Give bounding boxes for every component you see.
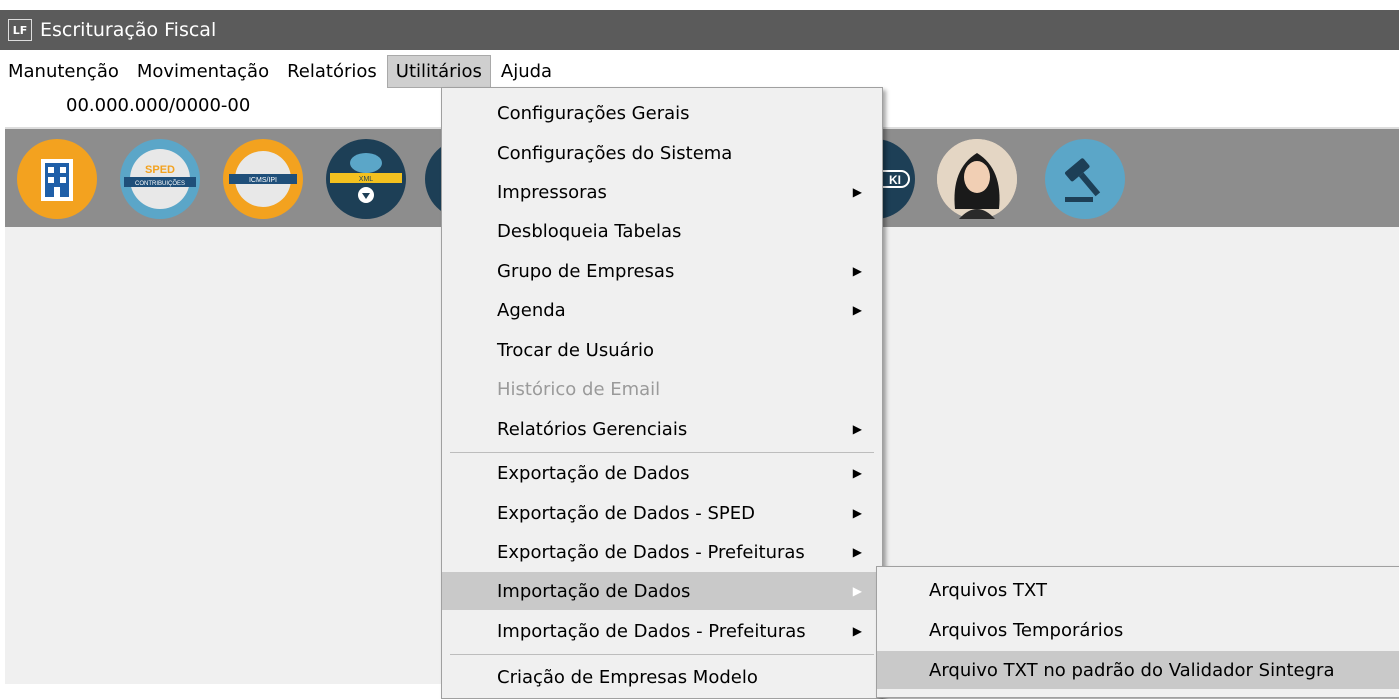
menu-item-exportacao-dados[interactable]: Exportação de Dados ▶ <box>442 454 882 492</box>
submenu-arrow-icon: ▶ <box>852 264 862 278</box>
sped-label: SPED <box>145 164 175 176</box>
menu-item-label: Grupo de Empresas <box>497 260 675 282</box>
submenu-arrow-icon: ▶ <box>852 466 862 480</box>
menu-relatorios[interactable]: Relatórios <box>279 56 385 87</box>
menu-item-label: Criação de Empresas Modelo <box>497 666 758 688</box>
submenu-item-label: Arquivos TXT <box>929 579 1048 601</box>
menu-item-criacao-empresas-modelo[interactable]: Criação de Empresas Modelo <box>442 658 882 696</box>
menu-item-label: Exportação de Dados - SPED <box>497 502 755 524</box>
app-icon: LF <box>8 19 32 41</box>
menu-item-label: Configurações do Sistema <box>497 142 733 164</box>
menu-item-exportacao-dados-sped[interactable]: Exportação de Dados - SPED ▶ <box>442 494 882 532</box>
menu-item-trocar-usuario[interactable]: Trocar de Usuário <box>442 331 882 369</box>
importacao-submenu: Arquivos TXT Arquivos Temporários Arquiv… <box>876 566 1399 698</box>
icms-label: ICMS/IPI <box>249 177 277 184</box>
menu-item-desbloqueia-tabelas[interactable]: Desbloqueia Tabelas <box>442 212 882 250</box>
ki-label: KI <box>889 173 901 187</box>
menu-item-label: Exportação de Dados - Prefeituras <box>497 541 805 563</box>
submenu-item-arquivos-txt[interactable]: Arquivos TXT <box>877 571 1399 609</box>
menu-item-label: Importação de Dados <box>497 580 691 602</box>
menu-item-grupo-empresas[interactable]: Grupo de Empresas ▶ <box>442 252 882 290</box>
submenu-arrow-icon: ▶ <box>852 506 862 520</box>
menu-item-label: Exportação de Dados <box>497 462 690 484</box>
submenu-item-arquivo-txt-sintegra[interactable]: Arquivo TXT no padrão do Validador Sinte… <box>877 651 1399 689</box>
menu-item-importacao-dados-prefeituras[interactable]: Importação de Dados - Prefeituras ▶ <box>442 612 882 650</box>
sped-contribuicoes-icon[interactable]: SPED CONTRIBUIÇÕES <box>120 139 200 219</box>
submenu-arrow-icon: ▶ <box>852 624 862 638</box>
menu-item-relatorios-gerenciais[interactable]: Relatórios Gerenciais ▶ <box>442 410 882 448</box>
menu-manutencao[interactable]: Manutenção <box>0 56 127 87</box>
menu-bar: Manutenção Movimentação Relatórios Utili… <box>0 53 1399 89</box>
menu-item-label: Histórico de Email <box>497 378 661 400</box>
menu-movimentacao[interactable]: Movimentação <box>129 56 277 87</box>
menu-item-configuracoes-sistema[interactable]: Configurações do Sistema <box>442 134 882 172</box>
submenu-item-label: Arquivo TXT no padrão do Validador Sinte… <box>929 659 1335 681</box>
menu-utilitarios[interactable]: Utilitários <box>386 54 491 88</box>
menu-item-importacao-dados[interactable]: Importação de Dados ▶ <box>442 572 882 610</box>
window-title: Escrituração Fiscal <box>40 19 217 41</box>
empresa-icon[interactable] <box>17 139 97 219</box>
menu-item-agenda[interactable]: Agenda ▶ <box>442 291 882 329</box>
submenu-arrow-icon: ▶ <box>852 185 862 199</box>
menu-item-label: Trocar de Usuário <box>497 339 655 361</box>
menu-item-impressoras[interactable]: Impressoras ▶ <box>442 173 882 211</box>
submenu-item-label: Arquivos Temporários <box>929 619 1124 641</box>
assistant-avatar-icon[interactable] <box>937 139 1017 219</box>
gavel-icon[interactable] <box>1045 139 1125 219</box>
submenu-arrow-icon: ▶ <box>852 303 862 317</box>
title-bar: LF Escrituração Fiscal <box>0 10 1399 50</box>
menu-item-historico-email: Histórico de Email <box>442 370 882 408</box>
submenu-arrow-icon: ▶ <box>852 584 862 598</box>
submenu-item-arquivos-temporarios[interactable]: Arquivos Temporários <box>877 611 1399 649</box>
menu-separator <box>450 654 874 655</box>
menu-item-label: Desbloqueia Tabelas <box>497 220 682 242</box>
submenu-arrow-icon: ▶ <box>852 545 862 559</box>
utilitarios-dropdown: Configurações Gerais Configurações do Si… <box>441 87 883 699</box>
icms-ipi-icon[interactable]: ICMS/IPI <box>223 139 303 219</box>
menu-item-label: Impressoras <box>497 181 607 203</box>
menu-ajuda[interactable]: Ajuda <box>493 56 560 87</box>
xml-cloud-icon[interactable]: XML <box>326 139 406 219</box>
xml-label: XML <box>359 176 374 183</box>
menu-separator <box>450 452 874 453</box>
menu-item-label: Relatórios Gerenciais <box>497 418 688 440</box>
menu-item-exportacao-dados-prefeituras[interactable]: Exportação de Dados - Prefeituras ▶ <box>442 533 882 571</box>
menu-item-label: Configurações Gerais <box>497 102 690 124</box>
company-cnpj: 00.000.000/0000-00 <box>66 95 251 116</box>
menu-item-label: Importação de Dados - Prefeituras <box>497 620 806 642</box>
menu-item-label: Agenda <box>497 299 566 321</box>
contribuicoes-label: CONTRIBUIÇÕES <box>135 180 185 187</box>
menu-item-configuracoes-gerais[interactable]: Configurações Gerais <box>442 94 882 132</box>
submenu-arrow-icon: ▶ <box>852 422 862 436</box>
